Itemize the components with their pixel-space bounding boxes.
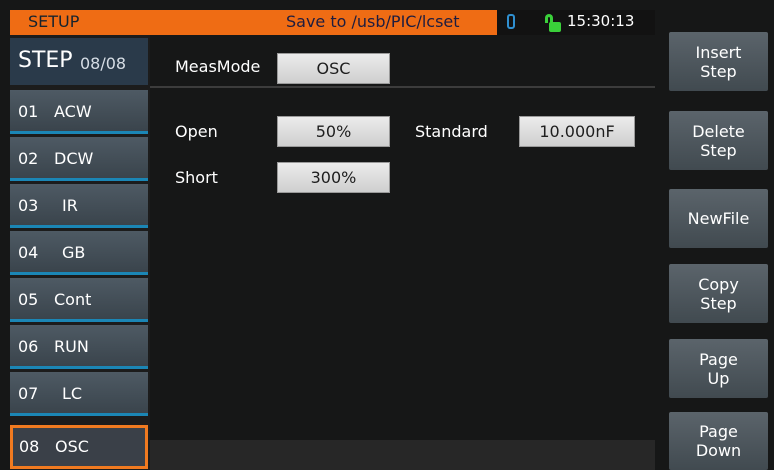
step-number: 08 (19, 437, 40, 456)
standard-field[interactable]: 10.000nF (519, 116, 635, 147)
button-label: Step (700, 61, 737, 81)
page-title: SETUP (28, 12, 80, 31)
short-field[interactable]: 300% (277, 162, 390, 193)
button-label: Delete (692, 121, 745, 141)
step-number: 04 (18, 243, 39, 262)
button-label: Down (695, 441, 742, 460)
open-label: Open (175, 122, 218, 141)
header-bar: SETUP Save to /usb/PIC/lcset 15:30:13 (10, 10, 655, 35)
step-label: STEP (18, 48, 73, 73)
button-label: Step (700, 140, 737, 160)
settings-panel (150, 35, 655, 470)
step-name: OSC (55, 437, 89, 456)
step-item-ir[interactable]: 03 IR (10, 184, 148, 228)
usb-icon (507, 14, 515, 29)
button-label: Copy (698, 274, 739, 294)
step-item-acw[interactable]: 01 ACW (10, 90, 148, 134)
open-field[interactable]: 50% (277, 116, 390, 147)
button-label: Step (700, 293, 737, 313)
meas-mode-field[interactable]: OSC (277, 53, 390, 84)
copy-step-button[interactable]: Copy Step (669, 264, 768, 323)
divider (150, 86, 655, 88)
step-item-run[interactable]: 06 RUN (10, 325, 148, 369)
unlock-icon[interactable] (545, 14, 561, 32)
step-name: Cont (54, 290, 92, 309)
step-number: 07 (18, 384, 39, 403)
button-label: Up (707, 368, 730, 388)
short-label: Short (175, 168, 218, 187)
status-area: 15:30:13 (497, 10, 655, 35)
standard-label: Standard (415, 122, 488, 141)
step-item-gb[interactable]: 04 GB (10, 231, 148, 275)
status-bar (150, 440, 655, 470)
step-name: IR (62, 196, 78, 215)
step-item-cont[interactable]: 05 Cont (10, 278, 148, 322)
page-up-button[interactable]: Page Up (669, 339, 768, 398)
step-indicator: STEP 08/08 (10, 38, 148, 85)
step-item-dcw[interactable]: 02 DCW (10, 137, 148, 181)
step-number: 02 (18, 149, 39, 168)
step-number: 05 (18, 290, 39, 309)
step-name: GB (62, 243, 86, 262)
page-down-button[interactable]: Page Down (669, 412, 768, 470)
step-name: DCW (54, 149, 94, 168)
step-number: 06 (18, 337, 39, 356)
step-name: LC (62, 384, 83, 403)
insert-step-button[interactable]: Insert Step (669, 32, 768, 91)
button-label: NewFile (687, 209, 750, 228)
step-number: 01 (18, 102, 39, 121)
step-number: 03 (18, 196, 39, 215)
step-item-osc[interactable]: 08 OSC (10, 425, 148, 469)
meas-mode-label: MeasMode (175, 57, 261, 76)
step-name: ACW (54, 102, 92, 121)
new-file-button[interactable]: NewFile (669, 189, 768, 248)
button-label: Page (699, 349, 738, 369)
button-label: Page (699, 422, 738, 441)
step-count: 08/08 (80, 54, 127, 73)
button-label: Insert (695, 42, 742, 62)
step-name: RUN (54, 337, 89, 356)
clock-time: 15:30:13 (567, 12, 635, 30)
delete-step-button[interactable]: Delete Step (669, 111, 768, 170)
save-path: Save to /usb/PIC/lcset (286, 12, 460, 31)
step-item-lc[interactable]: 07 LC (10, 372, 148, 416)
